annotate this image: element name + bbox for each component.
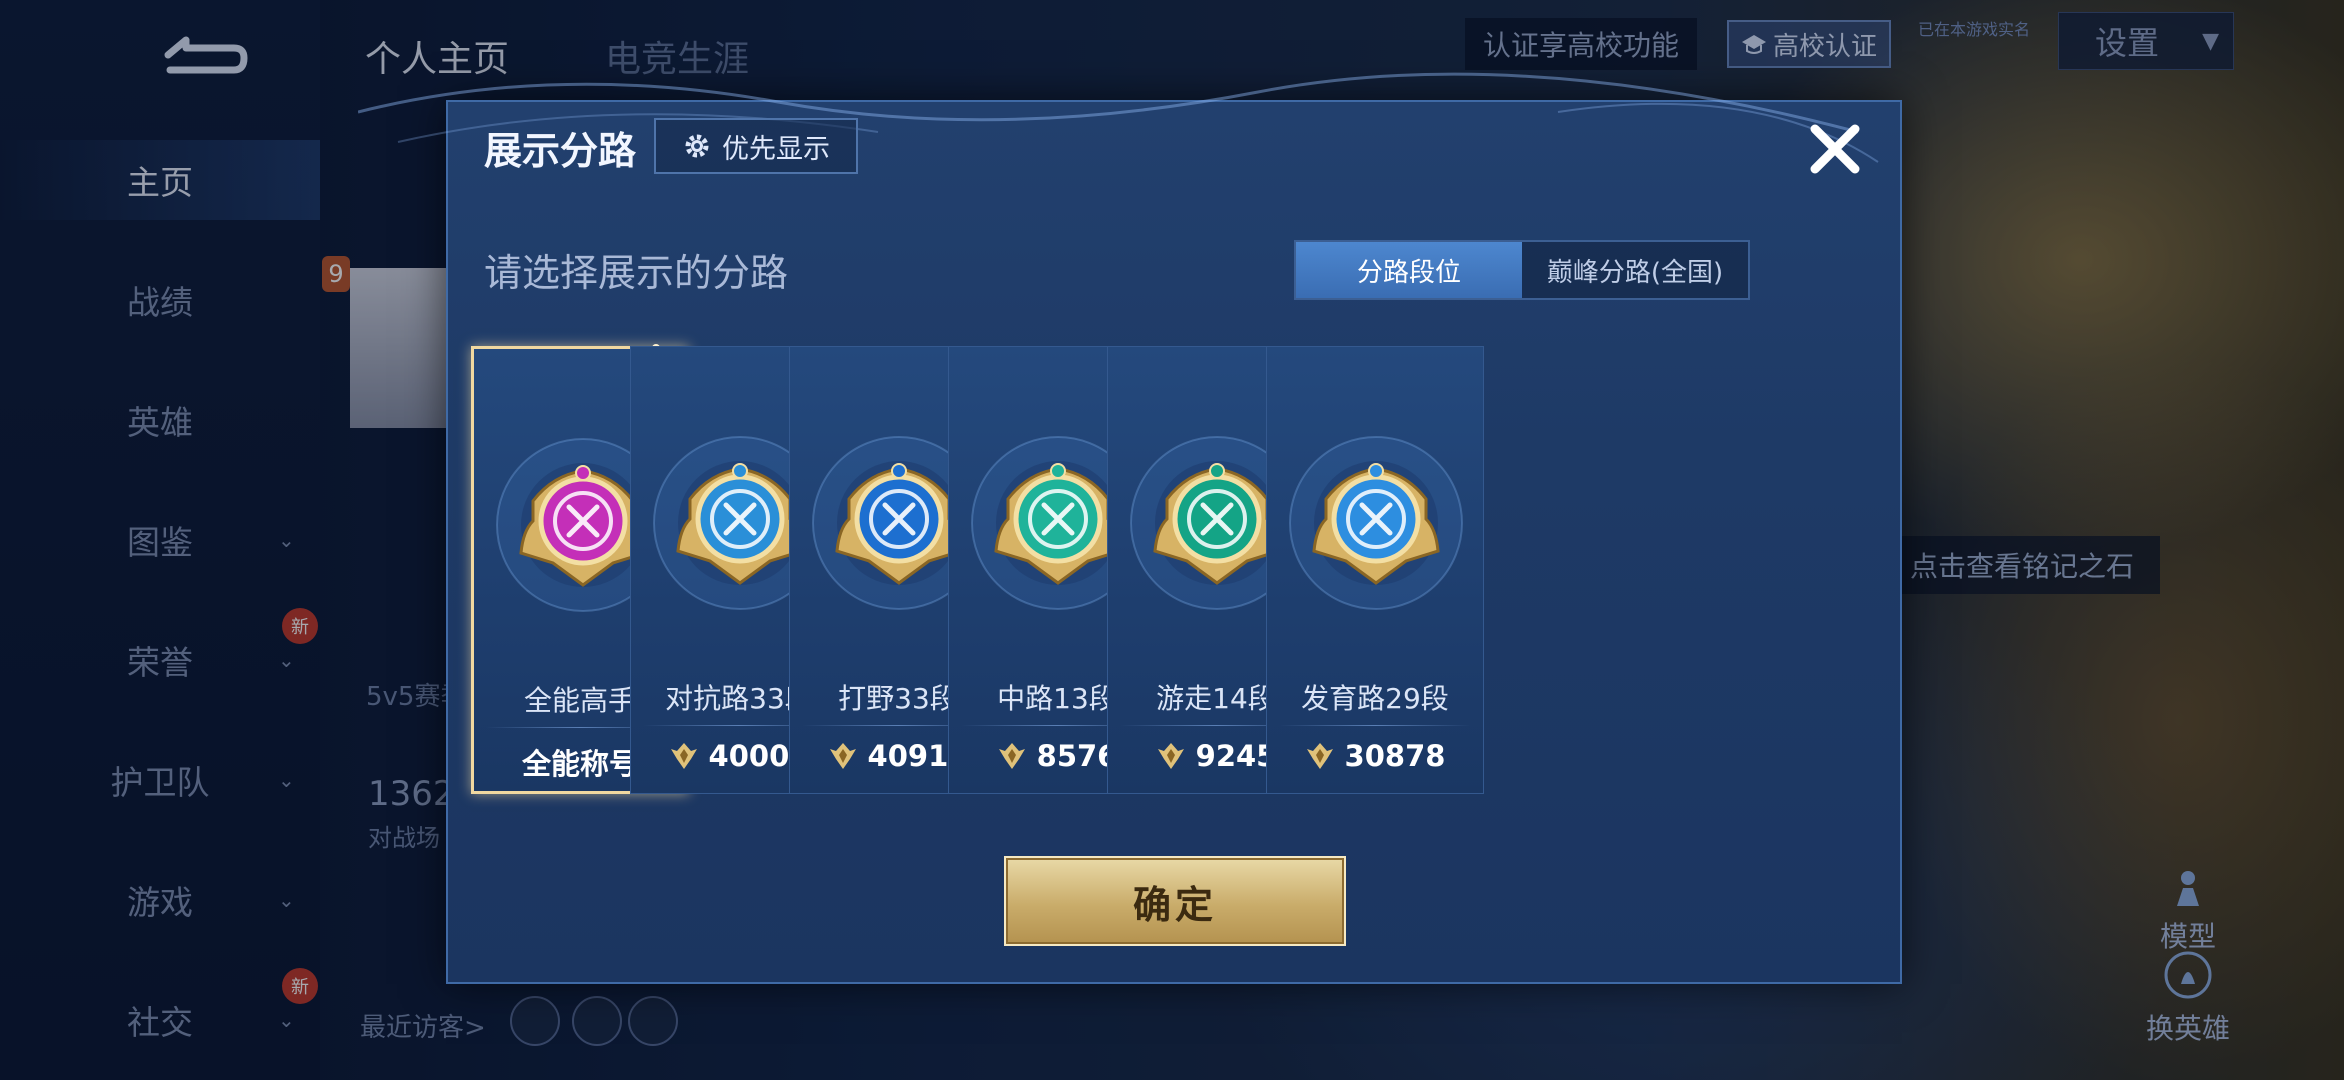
combat-power-icon <box>998 743 1025 769</box>
card-divider <box>1279 725 1471 726</box>
gear-icon <box>685 134 709 158</box>
priority-display-button[interactable]: 优先显示 <box>654 118 858 174</box>
lane-card-value: 30878 <box>1267 739 1483 773</box>
combat-power-icon <box>829 743 856 769</box>
tab-peak-lane[interactable]: 巅峰分路(全国) <box>1522 242 1748 298</box>
farm-lane-emblem-icon <box>1286 433 1466 613</box>
confirm-button[interactable]: 确定 <box>1004 856 1346 946</box>
lane-display-dialog: 展示分路 优先显示 请选择展示的分路 分路段位 巅峰分路(全国) 全能高手 全能称… <box>358 72 1902 984</box>
combat-power-icon <box>670 743 697 769</box>
lane-card-value-text: 30878 <box>1344 739 1446 773</box>
close-icon <box>1810 124 1860 174</box>
lane-segment-control: 分路段位 巅峰分路(全国) <box>1294 240 1750 300</box>
lane-card-value-text: 全能称号 <box>521 747 638 781</box>
lane-card-name: 发育路29段 <box>1301 682 1449 715</box>
dialog-title: 展示分路 <box>484 129 637 173</box>
combat-power-icon <box>1306 743 1333 769</box>
combat-power-icon <box>1157 743 1184 769</box>
dialog-subtitle: 请选择展示的分路 <box>484 251 789 295</box>
lane-card-value-text: 8576 <box>1036 739 1118 773</box>
close-button[interactable] <box>1802 116 1868 182</box>
lane-card-value-text: 9245 <box>1195 739 1277 773</box>
tab-lane-rank[interactable]: 分路段位 <box>1296 242 1522 298</box>
priority-display-label: 优先显示 <box>722 133 830 165</box>
lane-card[interactable]: 发育路29段 30878 <box>1266 346 1484 794</box>
